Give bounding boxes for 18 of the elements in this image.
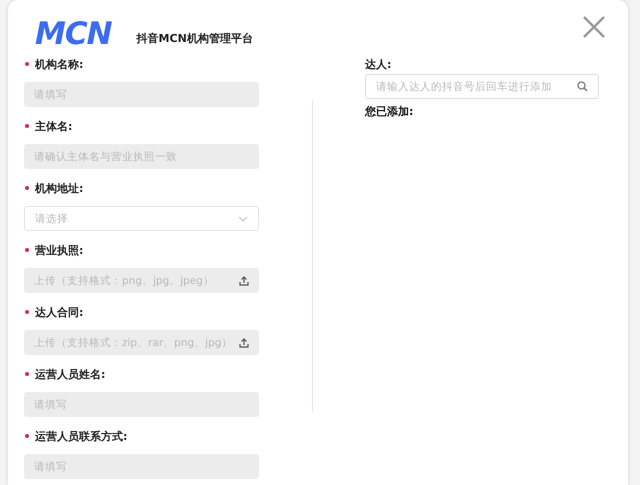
field-label: 达人:	[365, 56, 392, 72]
close-icon[interactable]	[582, 15, 606, 39]
field-label: 主体名:	[35, 118, 72, 134]
field-label: 运营人员联系方式:	[35, 428, 128, 444]
upload-icon	[239, 276, 249, 286]
search-icon	[577, 81, 588, 92]
upload-icon	[239, 338, 249, 348]
added-label: 您已添加:	[365, 104, 414, 119]
field-label: 营业执照:	[35, 242, 84, 258]
field-label: 达人合同:	[35, 304, 84, 320]
app-title: 抖音MCN机构管理平台	[136, 31, 253, 46]
field-label: 运营人员姓名:	[35, 366, 106, 382]
select-field[interactable]: 请选择	[24, 206, 259, 231]
search-field[interactable]: 请输入达人的抖音号后回车进行添加	[365, 74, 599, 99]
field-label: 机构地址:	[35, 180, 84, 196]
logo: MCN	[35, 20, 112, 48]
field-label: 机构名称:	[35, 56, 84, 72]
chevron-down-icon	[238, 216, 248, 222]
